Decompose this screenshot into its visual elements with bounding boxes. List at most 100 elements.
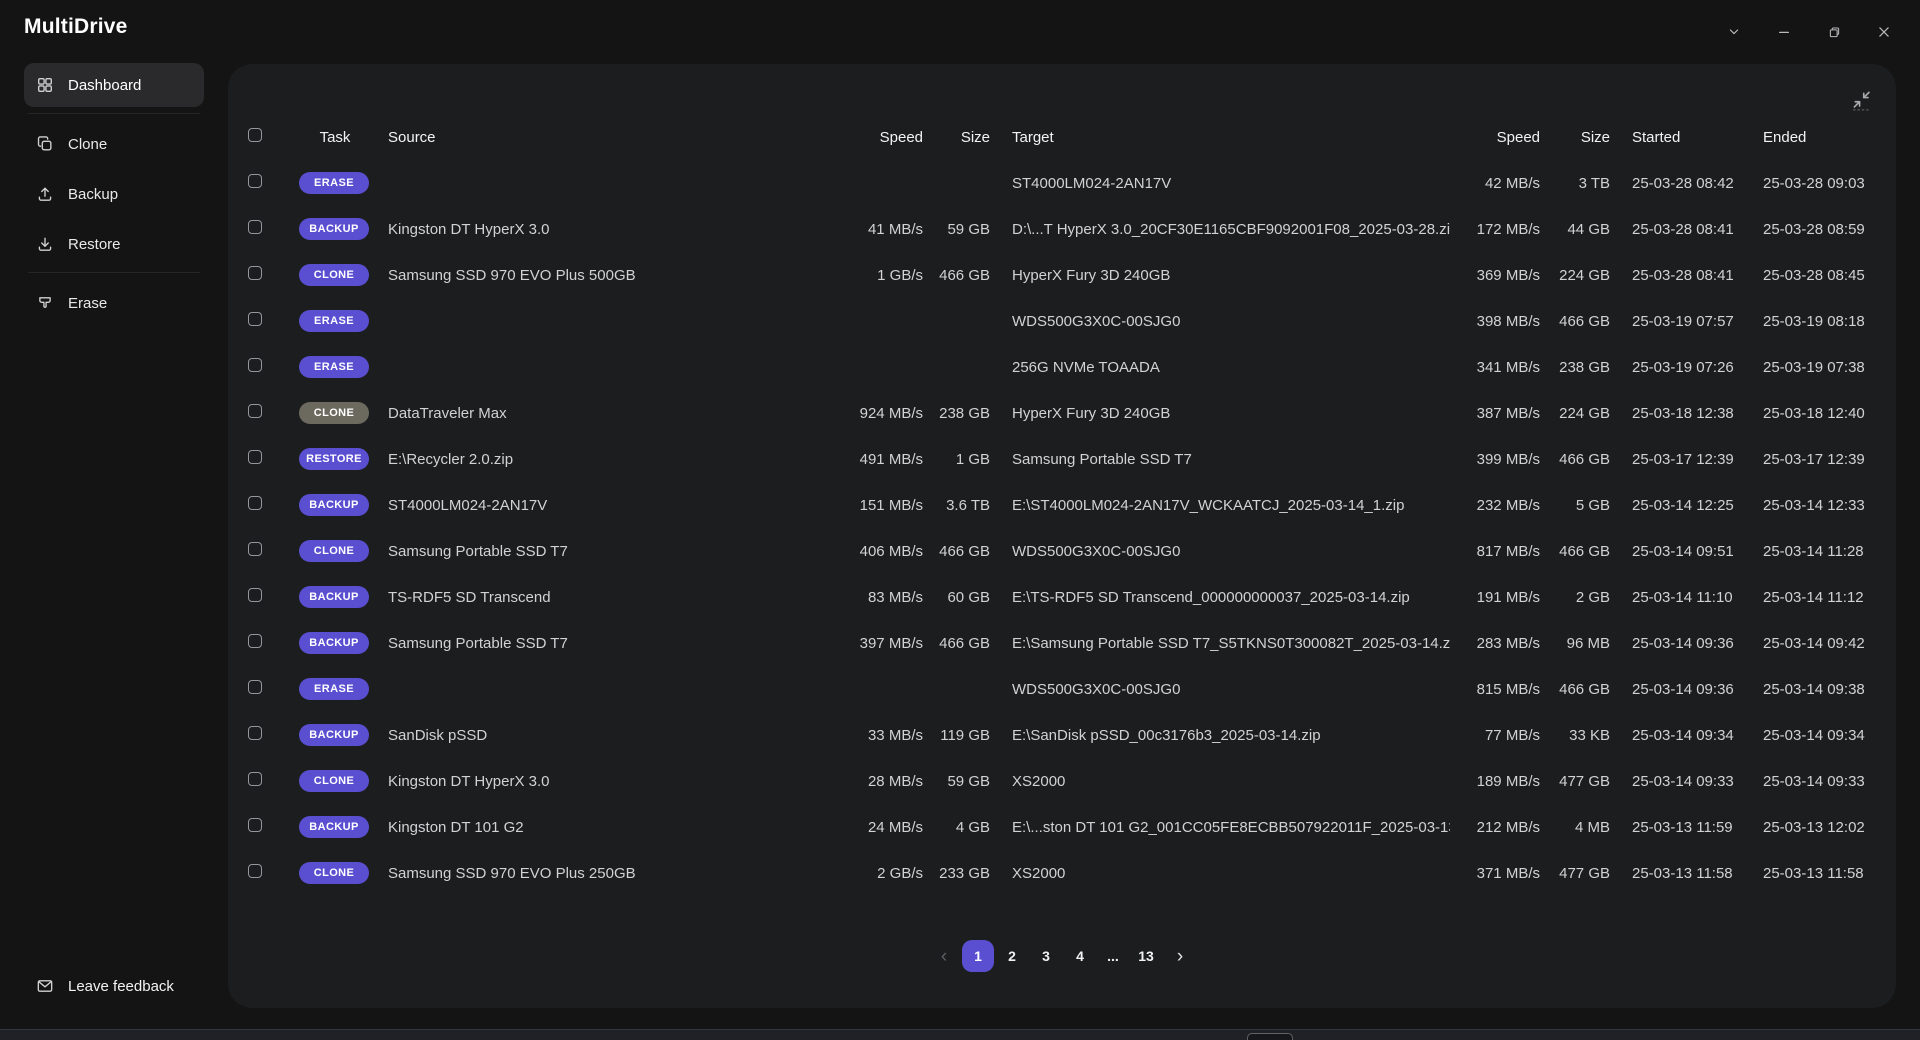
started-cell: 25-03-28 08:41 [1610,267,1741,284]
row-checkbox[interactable] [248,864,262,878]
eraser-icon [36,294,54,312]
close-button[interactable] [1870,18,1898,46]
target-size-cell: 466 GB [1540,681,1610,698]
chevron-down-icon [1726,24,1742,40]
row-checkbox[interactable] [248,818,262,832]
row-checkbox[interactable] [248,588,262,602]
pagination-prev[interactable]: ‹ [928,940,960,972]
taskbar-item[interactable] [1247,1033,1293,1040]
close-icon [1876,24,1892,40]
leave-feedback-button[interactable]: Leave feedback [24,970,186,1002]
task-badge: BACKUP [299,724,369,746]
task-badge: ERASE [299,310,369,332]
source-cell: Kingston DT HyperX 3.0 [388,221,824,238]
sidebar-item-backup[interactable]: Backup [24,172,204,216]
maximize-button[interactable] [1820,18,1848,46]
started-cell: 25-03-14 09:34 [1610,727,1741,744]
source-cell: Kingston DT HyperX 3.0 [388,773,824,790]
source-size-cell: 59 GB [923,773,990,790]
row-checkbox[interactable] [248,266,262,280]
row-checkbox[interactable] [248,542,262,556]
target-cell: E:\...ston DT 101 G2_001CC05FE8ECBB50792… [990,819,1450,836]
target-speed-cell: 341 MB/s [1450,359,1540,376]
started-cell: 25-03-14 09:36 [1610,681,1741,698]
sidebar-item-erase[interactable]: Erase [24,281,204,325]
table-row: BACKUPTS-RDF5 SD Transcend83 MB/s60 GBE:… [248,574,1876,620]
sidebar-item-clone[interactable]: Clone [24,122,204,166]
task-cell: CLONE [282,540,388,562]
table-row: BACKUPSanDisk pSSD33 MB/s119 GBE:\SanDis… [248,712,1876,758]
row-checkbox[interactable] [248,680,262,694]
source-cell: ST4000LM024-2AN17V [388,497,824,514]
row-checkbox[interactable] [248,220,262,234]
select-all-checkbox[interactable] [248,128,262,142]
row-checkbox[interactable] [248,496,262,510]
task-cell: BACKUP [282,586,388,608]
task-badge: BACKUP [299,816,369,838]
pagination-page-1[interactable]: 1 [962,940,994,972]
task-badge: BACKUP [299,218,369,240]
task-badge: CLONE [299,770,369,792]
started-cell: 25-03-28 08:42 [1610,175,1741,192]
task-badge: ERASE [299,172,369,194]
pagination-page-2[interactable]: 2 [996,940,1028,972]
source-speed-cell: 83 MB/s [824,589,923,606]
checkbox-cell [248,772,282,790]
row-checkbox[interactable] [248,634,262,648]
row-checkbox[interactable] [248,358,262,372]
source-speed-cell: 406 MB/s [824,543,923,560]
row-checkbox[interactable] [248,450,262,464]
target-cell: XS2000 [990,773,1450,790]
table-row: CLONESamsung Portable SSD T7406 MB/s466 … [248,528,1876,574]
pagination-page-13[interactable]: 13 [1130,940,1162,972]
row-checkbox[interactable] [248,772,262,786]
sidebar-item-restore[interactable]: Restore [24,222,204,266]
minimize-button[interactable] [1770,18,1798,46]
collapse-diagonal-icon[interactable] [1848,86,1876,114]
header-task: Task [282,129,388,146]
checkbox-cell [248,634,282,652]
started-cell: 25-03-13 11:59 [1610,819,1741,836]
target-speed-cell: 283 MB/s [1450,635,1540,652]
window-menu-button[interactable] [1720,18,1748,46]
leave-feedback-label: Leave feedback [68,978,174,995]
checkbox-cell [248,726,282,744]
minimize-icon [1776,24,1792,40]
ended-cell: 25-03-17 12:39 [1741,451,1876,468]
started-cell: 25-03-19 07:57 [1610,313,1741,330]
checkbox-cell [248,404,282,422]
table-row: CLONESamsung SSD 970 EVO Plus 250GB2 GB/… [248,850,1876,896]
header-target: Target [990,129,1450,146]
source-speed-cell: 2 GB/s [824,865,923,882]
task-cell: CLONE [282,862,388,884]
checkbox-cell [248,312,282,330]
target-speed-cell: 212 MB/s [1450,819,1540,836]
source-size-cell: 466 GB [923,267,990,284]
checkbox-cell [248,680,282,698]
row-checkbox[interactable] [248,312,262,326]
source-cell: SanDisk pSSD [388,727,824,744]
source-speed-cell: 1 GB/s [824,267,923,284]
ended-cell: 25-03-14 09:33 [1741,773,1876,790]
started-cell: 25-03-18 12:38 [1610,405,1741,422]
table-header-row: Task Source Speed Size Target Speed Size… [248,114,1876,160]
ended-cell: 25-03-13 12:02 [1741,819,1876,836]
download-icon [36,235,54,253]
sidebar-item-label: Clone [68,136,107,153]
checkbox-cell [248,864,282,882]
ended-cell: 25-03-14 11:28 [1741,543,1876,560]
sidebar-item-dashboard[interactable]: Dashboard [24,63,204,107]
pagination-next[interactable]: › [1164,940,1196,972]
row-checkbox[interactable] [248,726,262,740]
target-speed-cell: 232 MB/s [1450,497,1540,514]
source-size-cell: 466 GB [923,543,990,560]
sidebar-item-label: Erase [68,295,107,312]
source-cell: Samsung SSD 970 EVO Plus 250GB [388,865,824,882]
task-cell: BACKUP [282,816,388,838]
pagination-page-3[interactable]: 3 [1030,940,1062,972]
row-checkbox[interactable] [248,174,262,188]
pagination-page-4[interactable]: 4 [1064,940,1096,972]
source-size-cell: 238 GB [923,405,990,422]
table-row: BACKUPKingston DT HyperX 3.041 MB/s59 GB… [248,206,1876,252]
row-checkbox[interactable] [248,404,262,418]
